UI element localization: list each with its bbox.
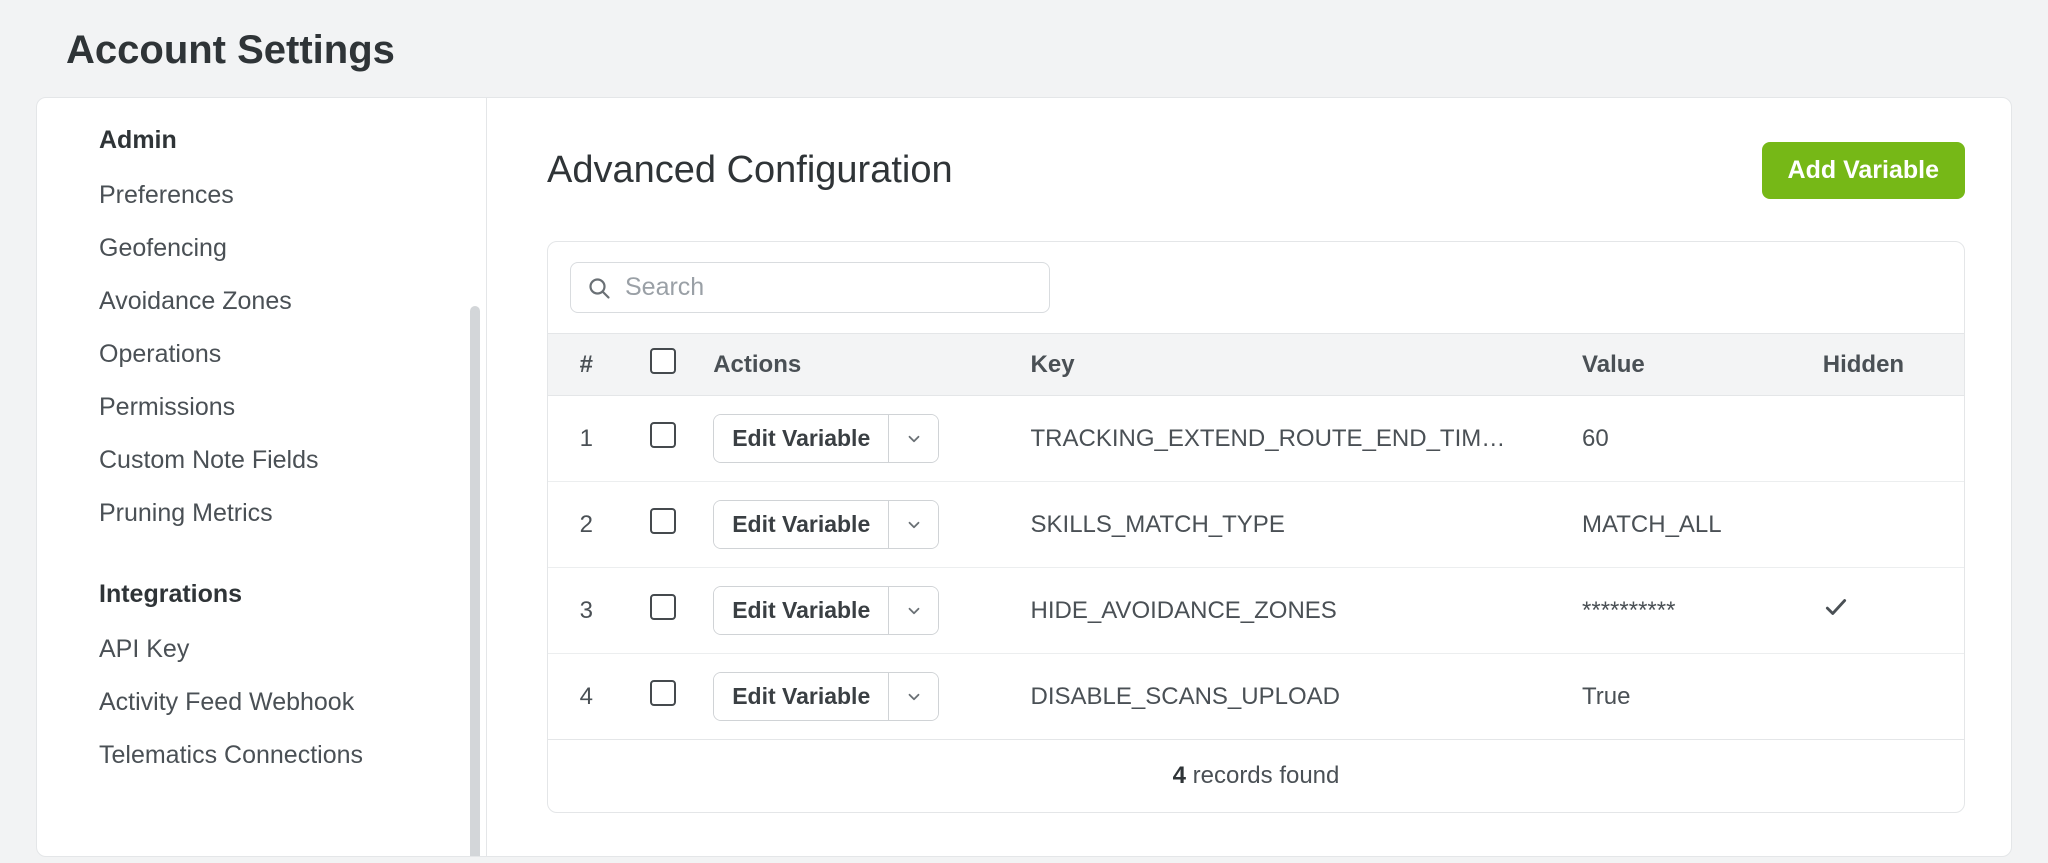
sidebar-item-pruning-metrics[interactable]: Pruning Metrics — [99, 487, 438, 540]
row-key: SKILLS_MATCH_TYPE — [1031, 511, 1511, 539]
main-title: Advanced Configuration — [547, 149, 953, 192]
row-hidden — [1811, 568, 1964, 654]
row-hidden — [1811, 396, 1964, 482]
sidebar: Admin Preferences Geofencing Avoidance Z… — [37, 98, 487, 856]
record-count: 4 — [1173, 762, 1186, 789]
row-number: 1 — [548, 396, 625, 482]
row-key: HIDE_AVOIDANCE_ZONES — [1031, 597, 1511, 625]
sidebar-item-preferences[interactable]: Preferences — [99, 169, 438, 222]
col-header-hidden: Hidden — [1811, 334, 1964, 396]
sidebar-scrollbar[interactable] — [470, 306, 480, 857]
col-header-key: Key — [1019, 334, 1571, 396]
edit-variable-button[interactable]: Edit Variable — [714, 501, 888, 548]
row-hidden — [1811, 654, 1964, 740]
record-suffix: records found — [1193, 762, 1340, 789]
chevron-down-icon — [905, 602, 923, 620]
chevron-down-icon — [905, 688, 923, 706]
row-checkbox[interactable] — [650, 594, 676, 620]
row-value: ********** — [1570, 568, 1811, 654]
edit-variable-button[interactable]: Edit Variable — [714, 415, 888, 462]
row-value: True — [1570, 654, 1811, 740]
select-all-checkbox[interactable] — [650, 348, 676, 374]
table-row: 2 Edit Variable SKILLS_MATCH_TYPE MATCH_ALL — [548, 482, 1964, 568]
edit-variable-button[interactable]: Edit Variable — [714, 673, 888, 720]
row-key: DISABLE_SCANS_UPLOAD — [1031, 683, 1511, 711]
row-checkbox[interactable] — [650, 508, 676, 534]
row-number: 2 — [548, 482, 625, 568]
table-row: 3 Edit Variable HIDE_AVOIDANCE_ZONES ******… — [548, 568, 1964, 654]
row-key: TRACKING_EXTEND_ROUTE_END_TIME_… — [1031, 425, 1511, 453]
row-hidden — [1811, 482, 1964, 568]
sidebar-item-operations[interactable]: Operations — [99, 328, 438, 381]
row-number: 3 — [548, 568, 625, 654]
row-checkbox[interactable] — [650, 680, 676, 706]
col-header-num: # — [548, 334, 625, 396]
col-header-check — [625, 334, 702, 396]
edit-variable-button[interactable]: Edit Variable — [714, 587, 888, 634]
row-number: 4 — [548, 654, 625, 740]
sidebar-section-integrations: Integrations — [99, 580, 438, 609]
sidebar-item-permissions[interactable]: Permissions — [99, 381, 438, 434]
edit-variable-dropdown[interactable] — [888, 415, 938, 462]
config-table: # Actions Key Value Hidden 1 Edit Variabl… — [548, 333, 1964, 812]
edit-variable-dropdown[interactable] — [888, 501, 938, 548]
sidebar-item-telematics-connections[interactable]: Telematics Connections — [99, 729, 438, 782]
main-panel: Advanced Configuration Add Variable # — [487, 98, 2011, 856]
row-checkbox[interactable] — [650, 422, 676, 448]
chevron-down-icon — [905, 430, 923, 448]
check-icon — [1823, 594, 1849, 620]
sidebar-item-activity-feed-webhook[interactable]: Activity Feed Webhook — [99, 676, 438, 729]
search-wrap[interactable] — [570, 262, 1050, 313]
edit-variable-dropdown[interactable] — [888, 673, 938, 720]
col-header-value: Value — [1570, 334, 1811, 396]
settings-card: Admin Preferences Geofencing Avoidance Z… — [36, 97, 2012, 857]
search-icon — [587, 276, 611, 300]
sidebar-item-api-key[interactable]: API Key — [99, 623, 438, 676]
config-table-panel: # Actions Key Value Hidden 1 Edit Variabl… — [547, 241, 1965, 813]
table-row: 4 Edit Variable DISABLE_SCANS_UPLOAD True — [548, 654, 1964, 740]
sidebar-item-avoidance-zones[interactable]: Avoidance Zones — [99, 275, 438, 328]
page-title: Account Settings — [66, 28, 2012, 73]
col-header-actions: Actions — [701, 334, 1018, 396]
table-row: 1 Edit Variable TRACKING_EXTEND_ROUTE_END_… — [548, 396, 1964, 482]
row-value: MATCH_ALL — [1570, 482, 1811, 568]
sidebar-section-admin: Admin — [99, 126, 438, 155]
edit-variable-dropdown[interactable] — [888, 587, 938, 634]
sidebar-item-geofencing[interactable]: Geofencing — [99, 222, 438, 275]
add-variable-button[interactable]: Add Variable — [1762, 142, 1965, 199]
search-input[interactable] — [625, 273, 1033, 302]
table-footer: 4 records found — [548, 740, 1964, 813]
row-value: 60 — [1570, 396, 1811, 482]
sidebar-item-custom-note-fields[interactable]: Custom Note Fields — [99, 434, 438, 487]
chevron-down-icon — [905, 516, 923, 534]
